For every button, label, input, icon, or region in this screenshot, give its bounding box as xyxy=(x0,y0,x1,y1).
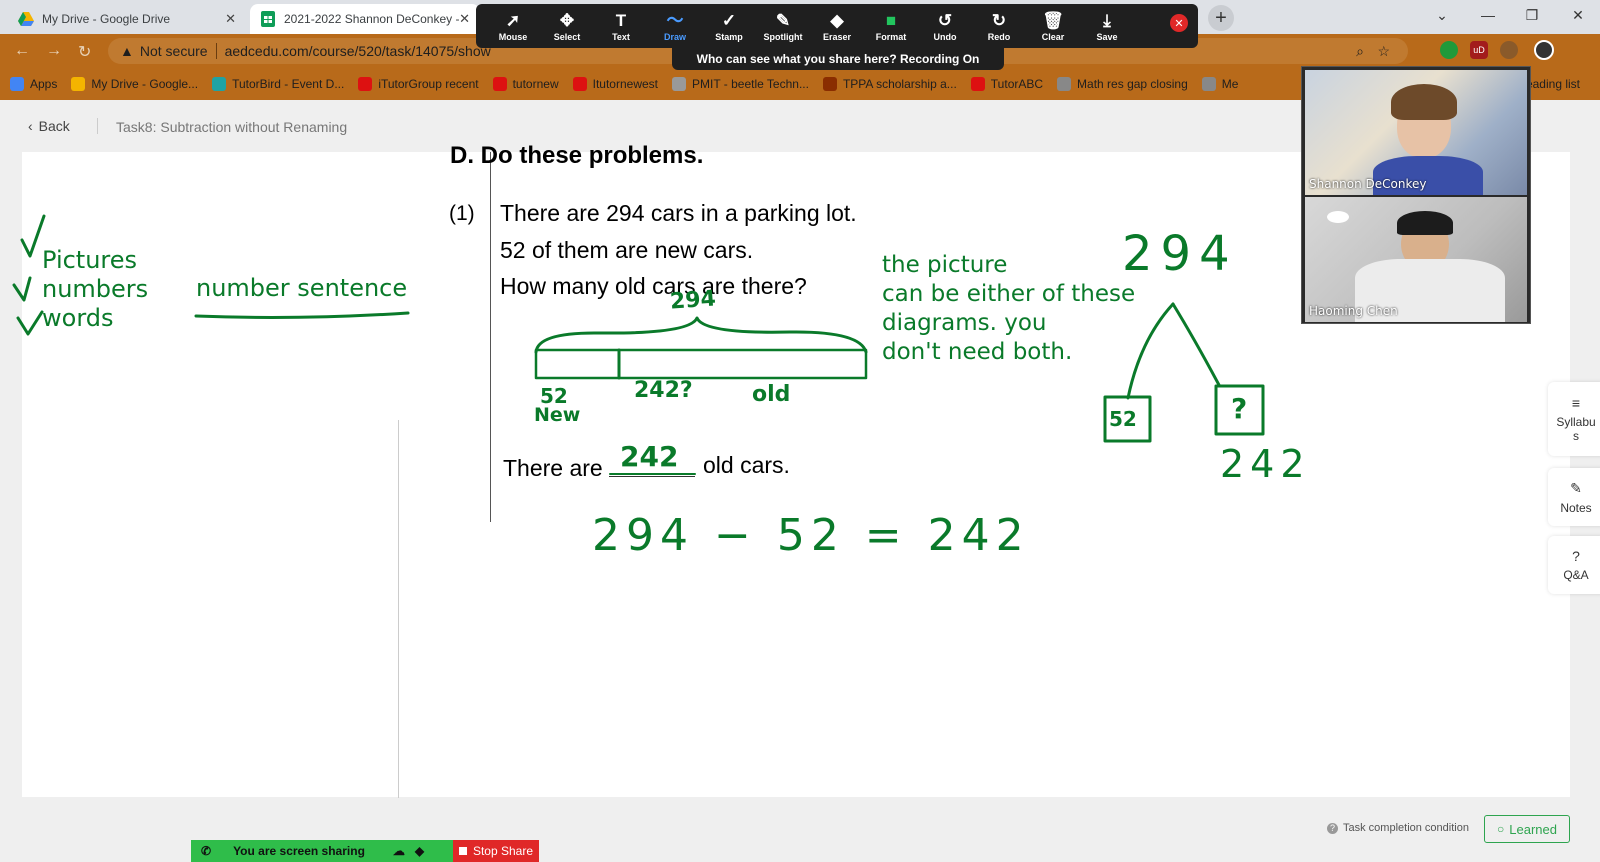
annotation-note-4: don't need both. xyxy=(882,339,1073,365)
participant-video-shannon[interactable]: Shannon DeConkey xyxy=(1305,70,1527,195)
task-completion-condition[interactable]: ? Task completion condition xyxy=(1327,822,1469,834)
shield-icon: ◆ xyxy=(414,844,425,858)
annotation-words: words xyxy=(42,304,114,332)
annotation-answer: 242 xyxy=(620,440,679,473)
task-condition-label: Task completion condition xyxy=(1343,822,1469,834)
lamp-shape xyxy=(1327,211,1349,223)
checkmark-icon xyxy=(12,276,32,302)
stop-share-label: Stop Share xyxy=(472,844,534,858)
tree-branch xyxy=(1126,302,1175,400)
underline-stroke xyxy=(194,311,410,319)
learned-button[interactable]: ○ Learned xyxy=(1484,815,1570,843)
hair-shape xyxy=(1391,84,1457,120)
screen-sharing-indicator[interactable]: ✆ You are screen sharing ☁ ◆ xyxy=(191,840,453,862)
learned-label: Learned xyxy=(1509,821,1557,837)
sidebar-label: Notes xyxy=(1560,500,1592,515)
sidebar-qa[interactable]: ? Q&A xyxy=(1548,536,1600,594)
pencil-icon: ✎ xyxy=(1570,479,1582,496)
annotation-bar-right-label: old xyxy=(752,382,791,407)
annotation-equation: 294 − 52 = 242 xyxy=(592,510,1030,561)
checkmark-icon xyxy=(20,214,46,258)
sidebar-syllabus[interactable]: ≡ Syllabus xyxy=(1548,382,1600,456)
question-icon: ? xyxy=(1327,822,1338,834)
annotation-tree-right: ? xyxy=(1231,392,1248,425)
screen-sharing-label: You are screen sharing xyxy=(233,844,365,858)
annotation-note-1: the picture xyxy=(882,252,1008,278)
sidebar-label: Q&A xyxy=(1563,568,1589,582)
list-icon: ≡ xyxy=(1571,395,1581,411)
tree-branch xyxy=(1171,302,1221,387)
annotation-numbers: numbers xyxy=(42,275,149,303)
participant-name: Shannon DeConkey xyxy=(1309,177,1427,191)
annotation-tree-left: 52 xyxy=(1109,407,1137,431)
circle-icon: ○ xyxy=(1497,822,1505,836)
annotation-note-2: can be either of these xyxy=(882,281,1136,307)
cloud-icon: ☁ xyxy=(392,844,405,858)
stop-icon xyxy=(458,847,467,855)
bar-model xyxy=(534,348,868,380)
question-icon: ? xyxy=(1572,548,1580,564)
annotation-bar-left-label: New xyxy=(534,404,581,426)
participant-video-panel[interactable]: Shannon DeConkey Haoming Chen xyxy=(1301,66,1531,324)
hair-shape xyxy=(1397,211,1453,235)
annotation-bar-right: 242? xyxy=(634,378,693,403)
sidebar-notes[interactable]: ✎ Notes xyxy=(1548,468,1600,526)
annotation-tree-result: 242 xyxy=(1220,442,1311,486)
annotation-tree-top: 294 xyxy=(1122,226,1238,282)
participant-name: Haoming Chen xyxy=(1309,304,1398,318)
brace-stroke xyxy=(534,316,868,354)
checkmark-icon xyxy=(16,310,44,336)
stop-share-button[interactable]: Stop Share xyxy=(453,840,539,862)
annotation-bar-total: 294 xyxy=(669,286,717,315)
annotation-pictures: Pictures xyxy=(42,246,138,274)
annotation-number-sentence: number sentence xyxy=(196,274,408,302)
annotation-note-3: diagrams. you xyxy=(882,310,1047,336)
sidebar-label: Syllabus xyxy=(1556,415,1596,443)
phone-icon: ✆ xyxy=(201,844,212,858)
participant-video-haoming[interactable]: Haoming Chen xyxy=(1305,197,1527,322)
